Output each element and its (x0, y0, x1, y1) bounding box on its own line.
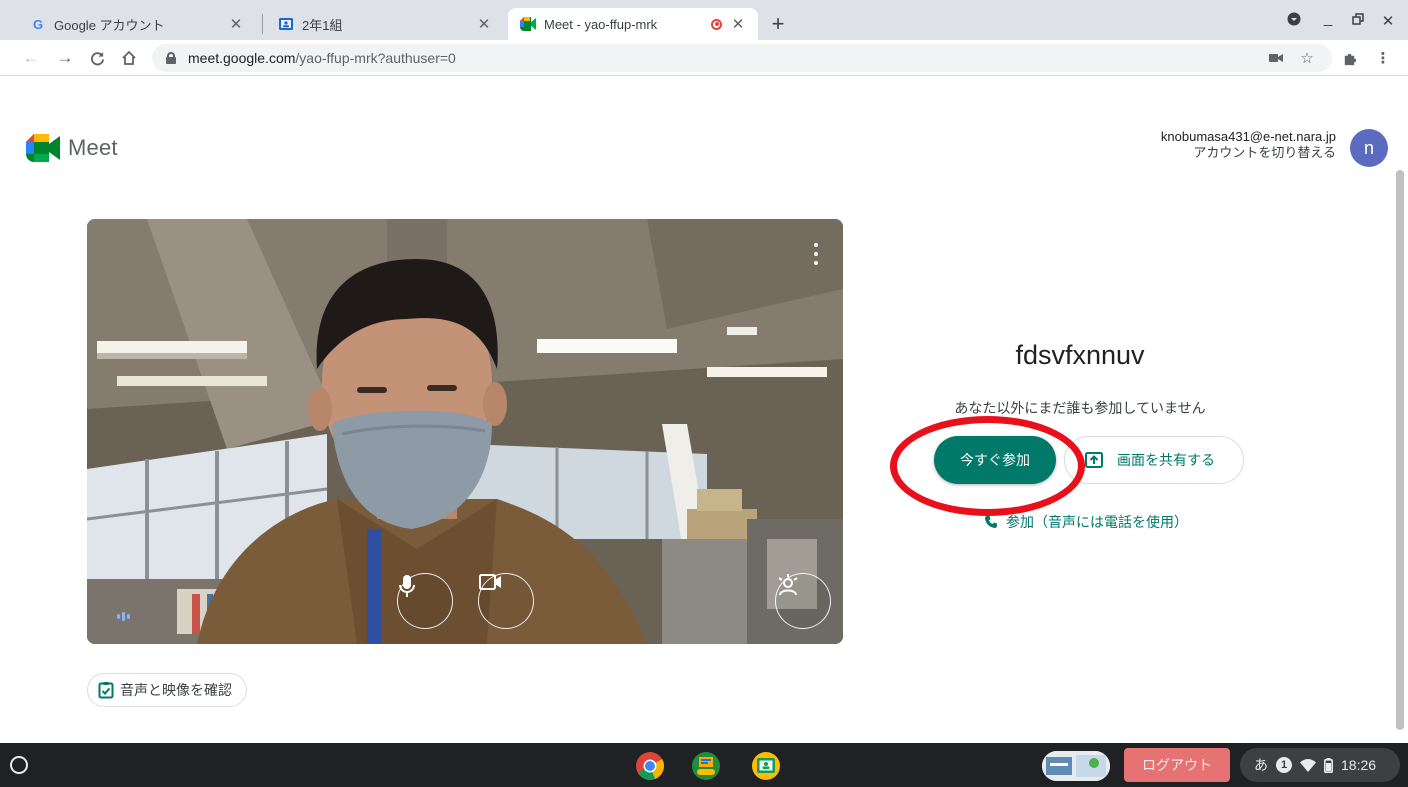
os-shelf: ログアウト あ 1 18:26 (0, 743, 1408, 787)
tab-title: Google アカウント (54, 17, 165, 33)
recording-indicator-icon (711, 18, 722, 30)
close-icon[interactable]: ✕ (228, 16, 244, 33)
microphone-icon (399, 575, 415, 597)
clipboard-check-icon (98, 681, 114, 699)
school-app-icon[interactable] (690, 750, 722, 782)
lock-icon[interactable] (166, 52, 176, 64)
battery-icon (1324, 757, 1333, 773)
url-host: meet.google.com (188, 50, 296, 66)
new-tab-button[interactable]: + (764, 10, 792, 38)
wifi-icon (1300, 758, 1316, 772)
avatar[interactable]: n (1350, 129, 1388, 167)
check-audio-video-label: 音声と映像を確認 (120, 682, 232, 698)
holding-space-thumbnail-icon (1042, 751, 1110, 781)
camera-feed-image (87, 219, 843, 644)
google-g-icon: G (32, 16, 44, 32)
tab-google-account[interactable]: G Google アカウント ✕ (18, 8, 256, 40)
bookmark-star-icon[interactable]: ☆ (1298, 49, 1316, 67)
present-screen-icon (1085, 452, 1103, 468)
meet-logo-icon (26, 134, 60, 162)
meet-icon (520, 16, 536, 32)
tab-strip: G Google アカウント ✕ 2年1組 ✕ Meet - yao-ffup-… (0, 0, 1408, 40)
extensions-icon[interactable] (1340, 49, 1358, 67)
page-scrollbar[interactable] (1396, 170, 1404, 730)
account-email: knobumasa431@e-net.nara.jp (1160, 129, 1336, 144)
back-icon[interactable]: ← (20, 47, 42, 69)
url-path: /yao-ffup-mrk?authuser=0 (295, 50, 456, 66)
close-icon[interactable]: ✕ (730, 16, 746, 33)
notification-count: 1 (1280, 759, 1288, 771)
visual-effects-button[interactable] (775, 573, 831, 629)
phone-icon (984, 515, 998, 529)
meeting-title: fdsvfxnnuv (1015, 340, 1145, 370)
browser-toolbar: ← → meet.google.com/yao-ffup-mrk?authuse… (0, 40, 1408, 76)
join-with-phone-audio-label: 参加（音声には電話を使用） (1006, 514, 1188, 530)
ime-indicator[interactable]: あ (1254, 755, 1268, 775)
home-icon[interactable] (118, 47, 140, 69)
tab-title: Meet - yao-ffup-mrk (544, 16, 658, 32)
meet-logo-text: Meet (68, 135, 118, 160)
account-info: knobumasa431@e-net.nara.jp アカウントを切り替える (1161, 129, 1336, 161)
participants-status: あなた以外にまだ誰も参加していません (954, 400, 1206, 416)
present-screen-button[interactable]: 画面を共有する (1064, 436, 1244, 484)
classroom-app-icon[interactable] (750, 750, 782, 782)
switch-account-link[interactable]: アカウントを切り替える (1161, 145, 1336, 161)
logout-button[interactable]: ログアウト (1124, 748, 1230, 782)
tab-divider (262, 14, 263, 34)
tab-meet[interactable]: Meet - yao-ffup-mrk ✕ (508, 8, 758, 40)
reload-icon[interactable] (86, 47, 108, 69)
clock: 18:26 (1341, 757, 1377, 773)
restore-icon[interactable] (1348, 12, 1368, 29)
audio-level-icon (117, 612, 130, 621)
close-window-icon[interactable]: ✕ (1378, 12, 1398, 30)
minimize-icon[interactable]: _ (1318, 10, 1338, 27)
camera-toggle-button[interactable] (478, 573, 534, 629)
system-tray[interactable]: あ 1 18:26 (1240, 748, 1400, 782)
menu-kebab-icon[interactable]: ⋮ (1374, 49, 1392, 67)
close-icon[interactable]: ✕ (476, 16, 492, 33)
join-now-button[interactable]: 今すぐ参加 (934, 436, 1056, 484)
join-with-phone-audio-link[interactable]: 参加（音声には電話を使用） (984, 512, 1188, 532)
more-options-icon[interactable] (811, 243, 821, 265)
tote-holding-space[interactable] (1042, 751, 1110, 781)
forward-icon[interactable]: → (54, 47, 76, 69)
notification-icon: 1 (1276, 757, 1292, 773)
video-camera-icon (479, 574, 501, 590)
camera-in-use-icon[interactable] (1267, 49, 1285, 67)
meet-logo[interactable]: Meet (26, 134, 118, 162)
camera-preview (87, 219, 843, 644)
chrome-app-icon[interactable] (634, 750, 666, 782)
tab-title: 2年1組 (302, 17, 343, 33)
address-bar[interactable]: meet.google.com/yao-ffup-mrk?authuser=0 (152, 44, 1332, 72)
effects-person-icon (778, 574, 798, 596)
check-audio-video-button[interactable]: 音声と映像を確認 (87, 673, 247, 707)
tab-classroom[interactable]: 2年1組 ✕ (266, 8, 504, 40)
present-screen-label: 画面を共有する (1117, 452, 1215, 468)
microphone-toggle-button[interactable] (397, 573, 453, 629)
classroom-icon (278, 16, 294, 32)
launcher-icon[interactable] (10, 756, 28, 774)
profile-menu-icon[interactable] (1284, 12, 1304, 30)
